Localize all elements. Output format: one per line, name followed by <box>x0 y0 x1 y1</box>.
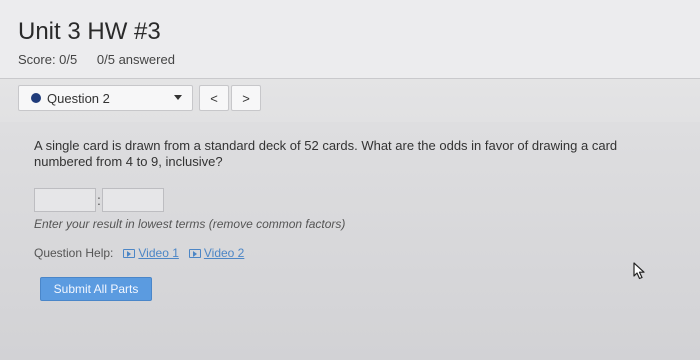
caret-down-icon <box>174 95 182 100</box>
score-text: Score: 0/5 <box>18 52 78 67</box>
answered-text: 0/5 answered <box>96 52 175 67</box>
play-icon <box>123 248 136 258</box>
video-2-link[interactable]: Video 2 <box>188 246 244 260</box>
answer-left-input[interactable] <box>34 188 96 212</box>
question-label: Question 2 <box>47 90 110 106</box>
question-dropdown[interactable]: Question 2 <box>18 85 193 111</box>
question-help: Question Help: Video 1 Video 2 <box>34 246 254 260</box>
question-nav: Question 2 < > <box>18 84 262 112</box>
prev-question-button[interactable]: < <box>199 85 229 111</box>
answer-right-input[interactable] <box>102 188 164 212</box>
question-text: A single card is drawn from a standard d… <box>34 138 618 169</box>
answer-inputs: : <box>34 188 164 212</box>
question-help-label: Question Help: <box>34 246 114 260</box>
play-icon <box>188 248 201 258</box>
mouse-pointer-icon <box>633 262 645 280</box>
score-row: Score: 0/5 0/5 answered <box>18 52 175 67</box>
submit-all-parts-button[interactable]: Submit All Parts <box>40 277 152 301</box>
page-title: Unit 3 HW #3 <box>18 18 161 45</box>
video-1-link[interactable]: Video 1 <box>123 246 179 260</box>
page-header: Unit 3 HW #3 Score: 0/5 0/5 answered <box>0 0 700 79</box>
answer-hint: Enter your result in lowest terms (remov… <box>34 217 346 231</box>
status-dot-icon <box>31 93 41 103</box>
next-question-button[interactable]: > <box>231 85 261 111</box>
